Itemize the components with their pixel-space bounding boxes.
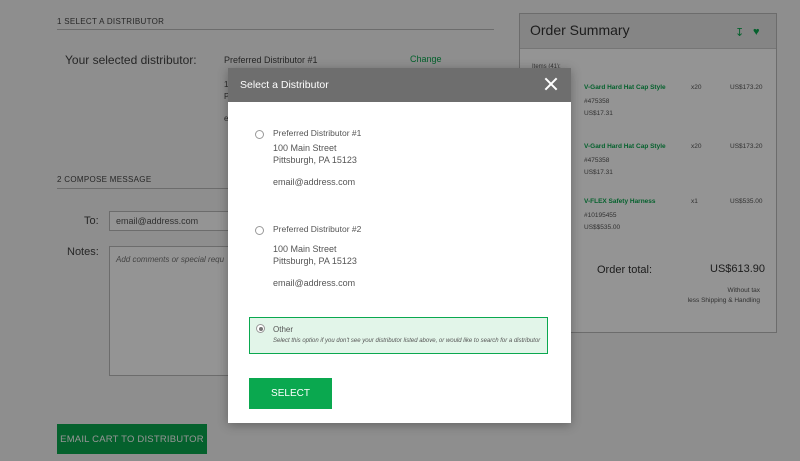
distributor-street: 100 Main Street [273,244,337,254]
other-option-description: Select this option if you don't see your… [273,338,541,344]
distributor-email: email@address.com [273,278,356,288]
modal-header: Select a Distributor [228,68,571,102]
other-option-label: Other [273,325,294,334]
distributor-name: Preferred Distributor #2 [273,224,362,234]
radio-button[interactable] [256,324,265,333]
distributor-email: email@address.com [273,177,356,187]
modal-title: Select a Distributor [240,79,329,91]
radio-button[interactable] [255,226,264,235]
distributor-city: Pittsburgh, PA 15123 [273,256,357,266]
distributor-street: 100 Main Street [273,143,337,153]
distributor-option-1[interactable]: Preferred Distributor #1 100 Main Street… [250,126,548,196]
distributor-name: Preferred Distributor #1 [273,128,362,138]
select-distributor-modal: Select a Distributor Preferred Distribut… [228,68,571,423]
radio-button[interactable] [255,130,264,139]
distributor-city: Pittsburgh, PA 15123 [273,155,357,165]
distributor-option-2[interactable]: Preferred Distributor #2 100 Main Street… [250,222,548,292]
close-icon[interactable] [543,76,559,92]
distributor-option-other[interactable]: Other Select this option if you don't se… [249,317,548,354]
select-button[interactable]: SELECT [249,378,332,409]
